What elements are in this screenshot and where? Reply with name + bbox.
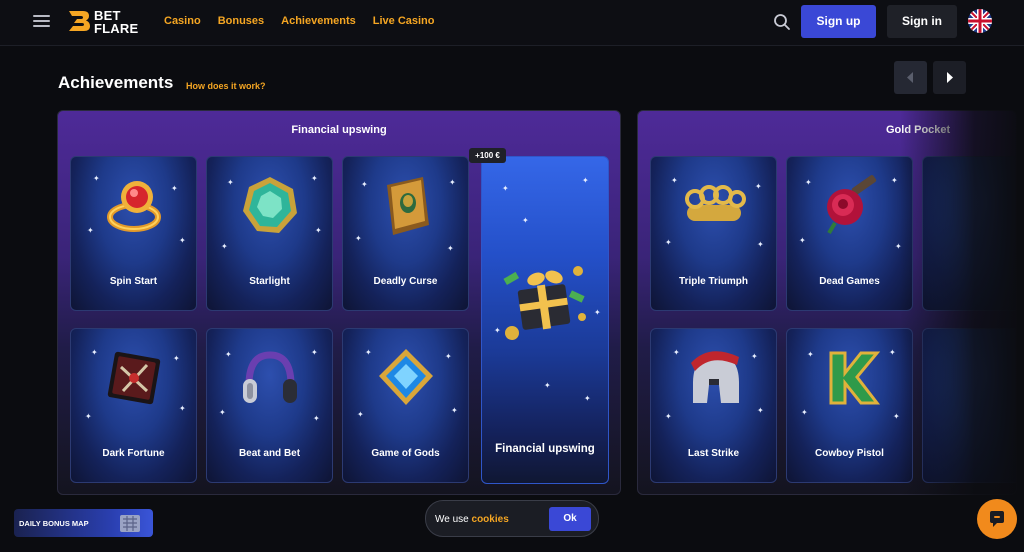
carousel-prev-button[interactable] xyxy=(894,61,927,94)
signup-button[interactable]: Sign up xyxy=(801,5,876,38)
achievement-card[interactable]: ✦ ✦ ✦ ✦ Beat and Bet xyxy=(206,328,333,483)
nav-casino[interactable]: Casino xyxy=(164,15,201,27)
final-reward-name: Financial upswing xyxy=(495,443,595,455)
cookie-message: We use cookies xyxy=(435,514,509,525)
achievement-name: Triple Triumph xyxy=(679,276,748,287)
nav-bonuses[interactable]: Bonuses xyxy=(218,15,264,27)
achievement-card-partial[interactable] xyxy=(922,328,1016,483)
achievement-card[interactable]: ✦ ✦ ✦ ✦ Cowboy Pistol xyxy=(786,328,913,483)
brass-knuckles-icon xyxy=(685,185,746,221)
spartan-helmet-icon xyxy=(691,351,739,403)
achievement-name: Deadly Curse xyxy=(373,276,438,287)
dark-rune-icon xyxy=(107,351,161,405)
achievement-card[interactable]: ✦ ✦ ✦ ✦ Game of Gods xyxy=(342,328,469,483)
main-nav: Casino Bonuses Achievements Live Casino xyxy=(164,15,435,27)
search-icon[interactable] xyxy=(772,12,792,32)
letter-k-icon xyxy=(829,351,881,405)
gift-box-icon xyxy=(503,266,586,340)
achievement-name: Game of Gods xyxy=(371,448,440,459)
how-it-works-link[interactable]: How does it work? xyxy=(186,81,266,91)
cookie-ok-button[interactable]: Ok xyxy=(549,507,591,531)
signin-button[interactable]: Sign in xyxy=(887,5,957,38)
page-title: Achievements xyxy=(58,73,174,92)
achievement-name: Starlight xyxy=(249,276,290,287)
collection-title: Gold Pocket xyxy=(886,124,951,136)
emerald-gem-icon xyxy=(243,177,297,233)
logo-text-line2: FLARE xyxy=(94,21,139,36)
ruby-ring-icon xyxy=(107,181,161,232)
cookie-text: We use xyxy=(435,514,469,525)
achievement-card[interactable]: ✦ ✦ ✦ ✦ Triple Triumph xyxy=(650,156,777,311)
achievement-name: Last Strike xyxy=(687,448,740,459)
cursed-book-icon xyxy=(387,177,429,235)
final-reward-card[interactable]: ✦ ✦ ✦ ✦ ✦ ✦ ✦ Financial upswing xyxy=(481,156,609,484)
achievement-card[interactable]: ✦ ✦ ✦ ✦ Dark Fortune xyxy=(70,328,197,483)
cookie-banner: We use cookies Ok xyxy=(425,500,599,537)
nav-live-casino[interactable]: Live Casino xyxy=(373,15,435,27)
achievement-card[interactable]: ✦ ✦ ✦ ✦ Last Strike xyxy=(650,328,777,483)
carousel-next-button[interactable] xyxy=(933,61,966,94)
achievement-collection-gold-pocket: Gold Pocket ✦ ✦ ✦ ✦ Triple Triumph ✦ ✦ ✦ ✦ Dea… xyxy=(637,110,1017,495)
daily-bonus-map-button[interactable]: DAILY BONUS MAP xyxy=(14,509,153,537)
achievement-collection-financial-upswing: Financial upswing ✦ ✦ ✦ ✦ Spin Start ✦ ✦ ✦ ✦ S… xyxy=(57,110,621,495)
achievement-name: Beat and Bet xyxy=(238,448,301,459)
achievement-card[interactable]: ✦ ✦ ✦ ✦ Starlight xyxy=(206,156,333,311)
nav-achievements[interactable]: Achievements xyxy=(281,15,356,27)
achievement-name: Dark Fortune xyxy=(102,448,165,459)
achievement-card[interactable]: ✦ ✦ ✦ ✦ Spin Start xyxy=(70,156,197,311)
reward-badge: +100 € xyxy=(469,148,506,163)
betflare-logo[interactable]: BET FLARE xyxy=(67,8,142,36)
uk-flag-icon[interactable] xyxy=(968,9,992,33)
menu-icon[interactable] xyxy=(33,14,50,28)
top-header: BET FLARE Casino Bonuses Achievements Li… xyxy=(0,0,1024,46)
achievement-name: Spin Start xyxy=(109,276,158,287)
cookies-link[interactable]: cookies xyxy=(472,514,509,525)
chat-icon[interactable] xyxy=(977,499,1017,539)
blue-gem-icon xyxy=(379,349,433,405)
collection-title: Financial upswing xyxy=(291,124,387,136)
achievement-name: Dead Games xyxy=(819,276,880,287)
headphones-icon xyxy=(243,351,297,403)
achievement-card[interactable]: ✦ ✦ ✦ ✦ Dead Games xyxy=(786,156,913,311)
achievement-name: Cowboy Pistol xyxy=(815,448,884,459)
daily-bonus-label: DAILY BONUS MAP xyxy=(19,519,89,528)
achievement-card[interactable]: ✦ ✦ ✦ ✦ Deadly Curse xyxy=(342,156,469,311)
map-icon xyxy=(120,515,140,532)
rose-pistol-icon xyxy=(827,175,877,235)
achievement-card-partial[interactable] xyxy=(922,156,1016,311)
